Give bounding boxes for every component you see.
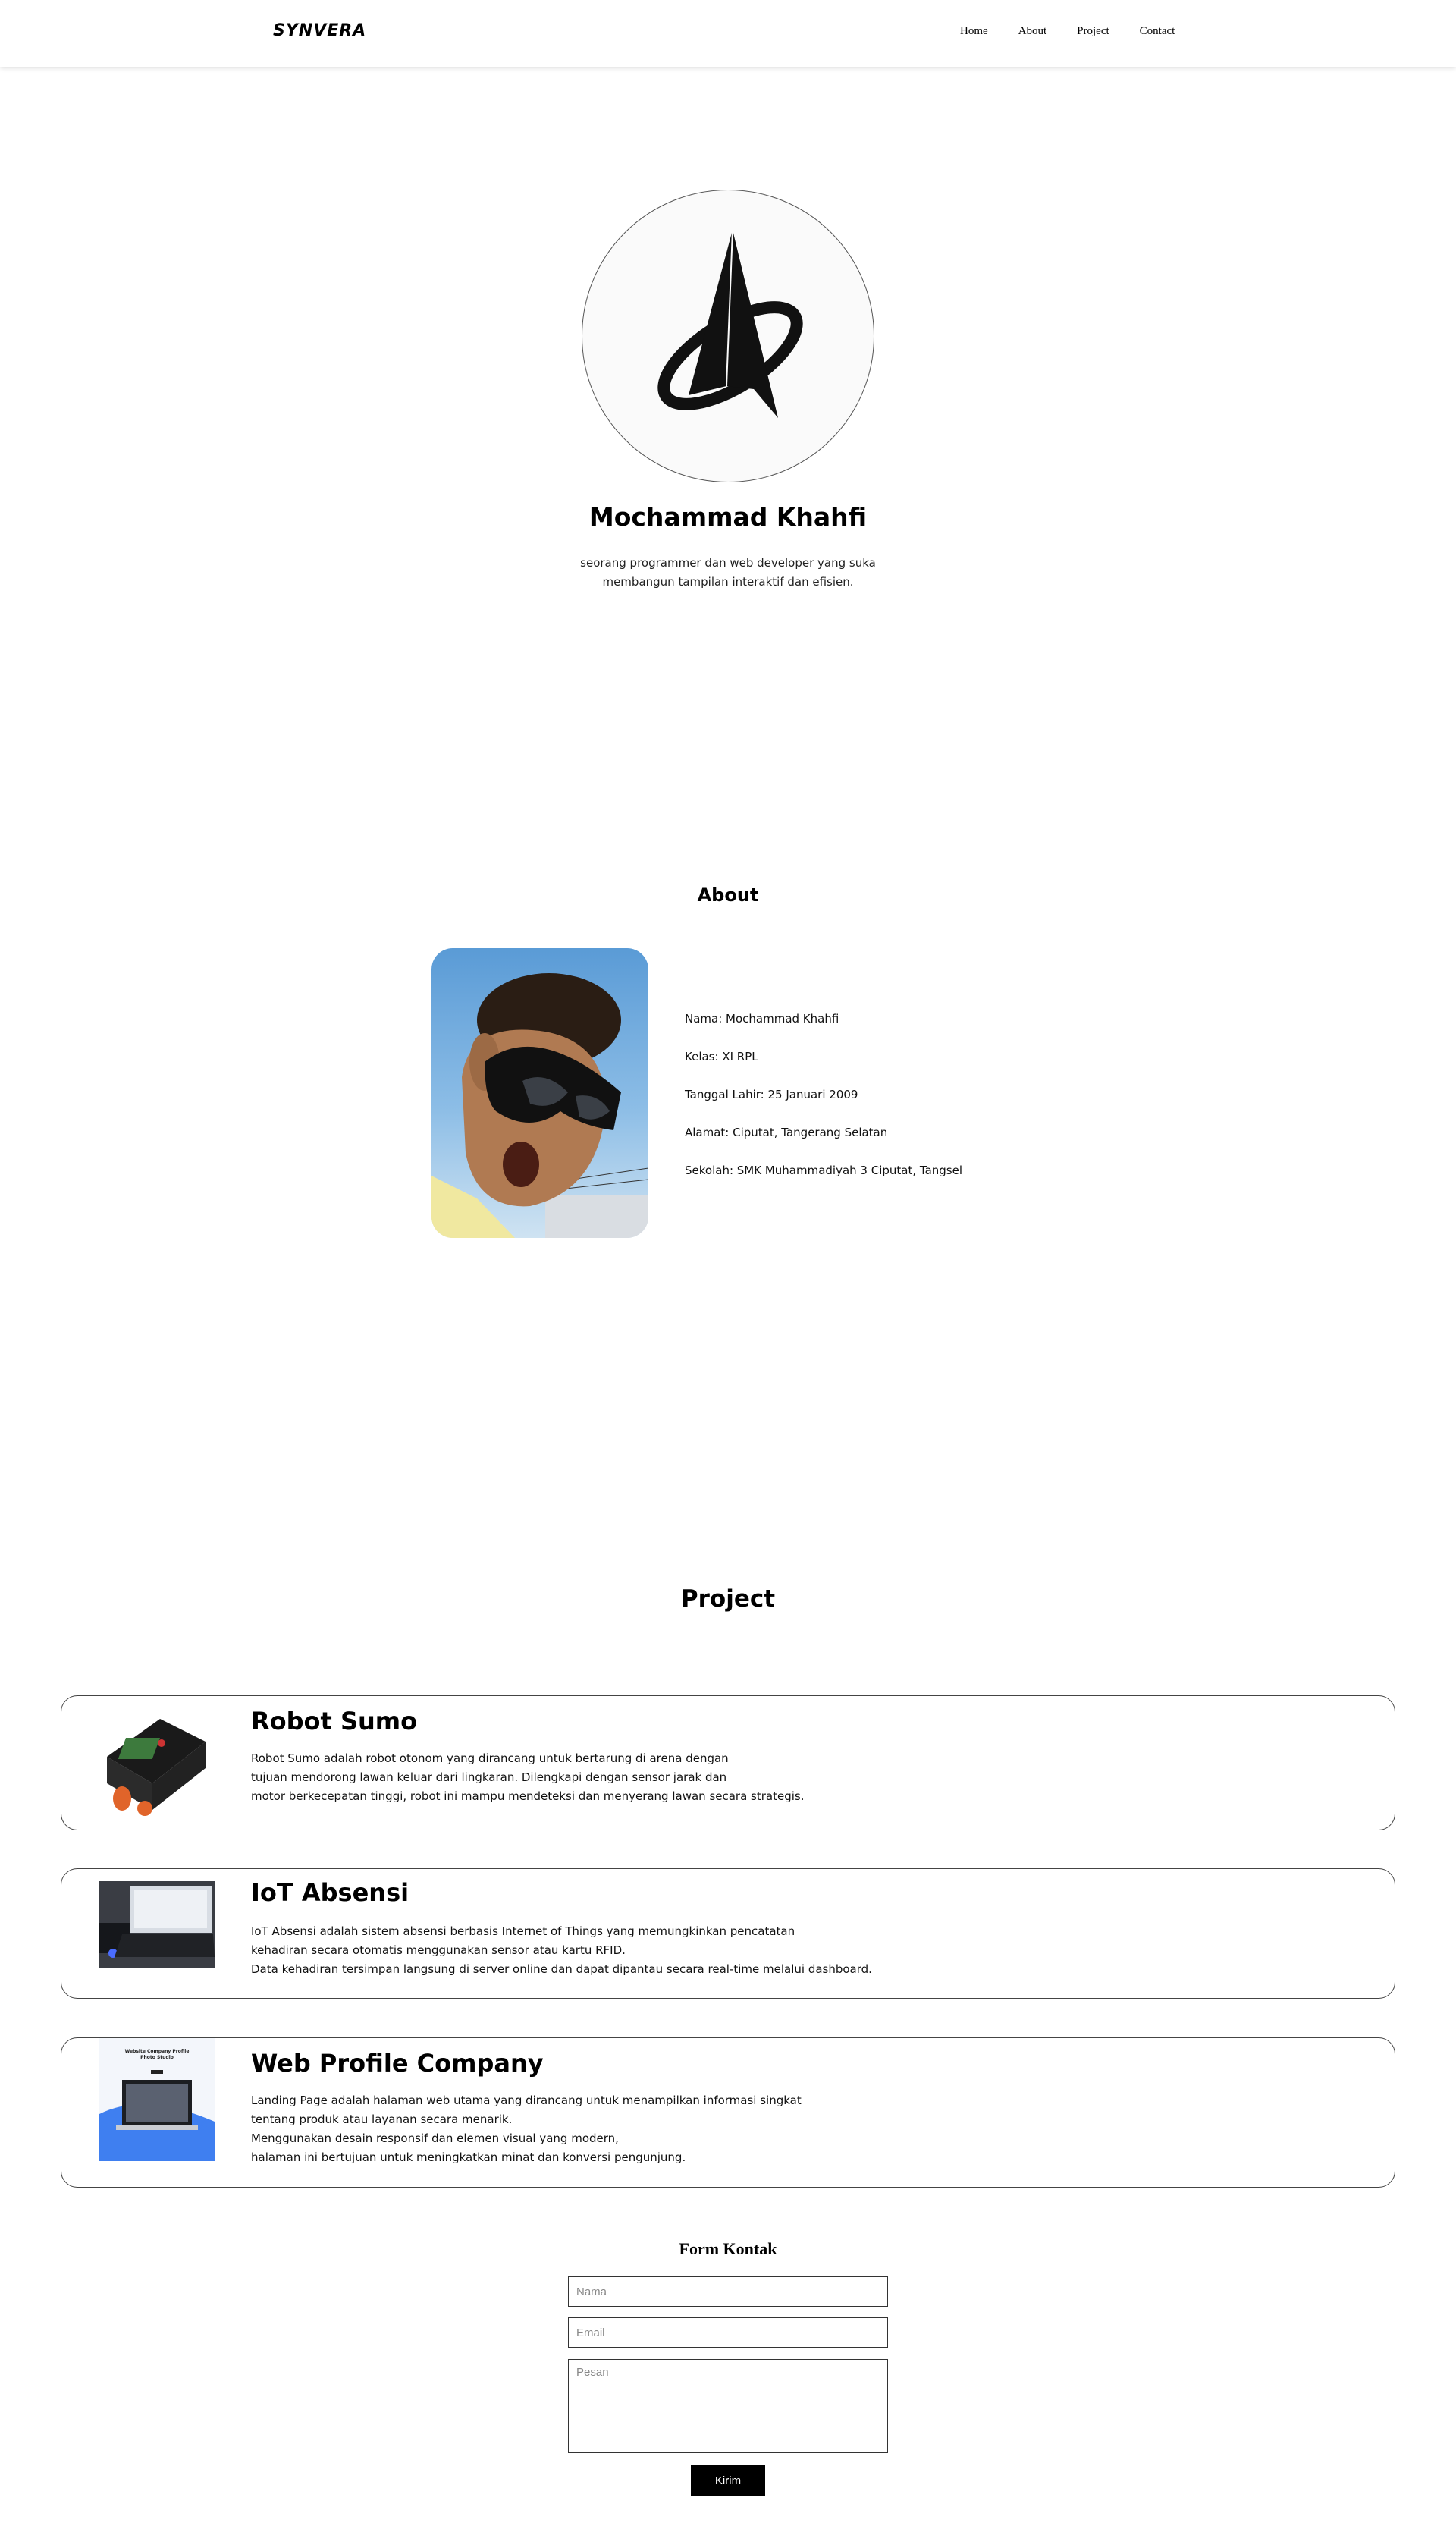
submit-button[interactable]: Kirim: [691, 2465, 765, 2496]
hero-description-line: membangun tampilan interaktif dan efisie…: [602, 575, 854, 589]
project-description-line: Robot Sumo adalah robot otonom yang dira…: [251, 1751, 729, 1765]
hero-name: Mochammad Khahfi: [588, 502, 868, 532]
laptop-icon: [99, 1881, 215, 1968]
project-card-web-profile-company[interactable]: Website Company Profile Photo Studio Web…: [61, 2037, 1395, 2188]
profile-photo-illustration: [431, 973, 648, 1238]
nav-link-home[interactable]: Home: [960, 25, 988, 38]
project-card-iot-absensi[interactable]: IoT Absensi IoT Absensi adalah sistem ab…: [61, 1868, 1395, 1999]
project-description-line: Menggunakan desain responsif dan elemen …: [251, 2131, 619, 2145]
project-description: IoT Absensi adalah sistem absensi berbas…: [251, 1922, 872, 1979]
hero-logo: [582, 190, 874, 482]
brand-logo[interactable]: SYNVERA: [273, 21, 366, 40]
web-profile-image-caption: Website Company Profile Photo Studio: [99, 2049, 215, 2061]
project-description: Landing Page adalah halaman web utama ya…: [251, 2091, 802, 2167]
nav-link-about[interactable]: About: [1018, 25, 1047, 38]
about-info: Nama: Mochammad Khahfi Kelas: XI RPL Tan…: [685, 1012, 962, 1202]
contact-form-title: Form Kontak: [679, 2239, 777, 2258]
name-input[interactable]: [568, 2276, 888, 2307]
thumbnail-title: Website Company Profile: [124, 2049, 190, 2054]
about-info-sekolah: Sekolah: SMK Muhammadiyah 3 Ciputat, Tan…: [685, 1164, 963, 1177]
project-description: Robot Sumo adalah robot otonom yang dira…: [251, 1749, 805, 1806]
project-title: Project: [680, 1585, 776, 1613]
about-title: About: [697, 884, 759, 906]
hero-description: seorang programmer dan web developer yan…: [538, 554, 918, 592]
thumbnail-subtitle: Photo Studio: [140, 2055, 174, 2060]
project-description-line: halaman ini bertujuan untuk meningkatkan…: [251, 2150, 686, 2164]
project-title-text: Robot Sumo: [251, 1707, 418, 1736]
project-description-line: tujuan mendorong lawan keluar dari lingk…: [251, 1770, 727, 1784]
project-description-line: motor berkecepatan tinggi, robot ini mam…: [251, 1789, 805, 1803]
project-title-text: IoT Absensi: [251, 1878, 410, 1907]
nav-link-project[interactable]: Project: [1077, 25, 1109, 38]
project-description-line: IoT Absensi adalah sistem absensi berbas…: [251, 1924, 795, 1938]
navbar: SYNVERA Home About Project Contact: [0, 0, 1456, 67]
project-description-line: kehadiran secara otomatis menggunakan se…: [251, 1943, 626, 1957]
nav-link-contact[interactable]: Contact: [1140, 25, 1175, 38]
project-description-line: Landing Page adalah halaman web utama ya…: [251, 2094, 802, 2107]
about-info-alamat: Alamat: Ciputat, Tangerang Selatan: [685, 1126, 888, 1139]
hero-description-line: seorang programmer dan web developer yan…: [580, 556, 876, 570]
message-textarea[interactable]: [568, 2359, 888, 2453]
robot-sumo-image: [99, 1696, 215, 1816]
iot-absensi-image: [99, 1881, 215, 1968]
project-title-text: Web Profile Company: [251, 2049, 544, 2078]
profile-photo: [431, 948, 648, 1238]
web-profile-image: Website Company Profile Photo Studio: [99, 2038, 215, 2161]
project-description-line: tentang produk atau layanan secara menar…: [251, 2113, 513, 2126]
robot-icon: [107, 1719, 206, 1816]
project-card-robot-sumo[interactable]: Robot Sumo Robot Sumo adalah robot otono…: [61, 1695, 1395, 1830]
email-input[interactable]: [568, 2317, 888, 2348]
about-info-kelas: Kelas: XI RPL: [685, 1050, 758, 1063]
about-info-nama: Nama: Mochammad Khahfi: [685, 1012, 839, 1026]
project-description-line: Data kehadiran tersimpan langsung di ser…: [251, 1962, 872, 1976]
about-info-tanggal-lahir: Tanggal Lahir: 25 Januari 2009: [685, 1088, 858, 1101]
arrow-orbit-logo-icon: [657, 229, 803, 418]
nav-links: Home About Project Contact: [960, 25, 1175, 38]
